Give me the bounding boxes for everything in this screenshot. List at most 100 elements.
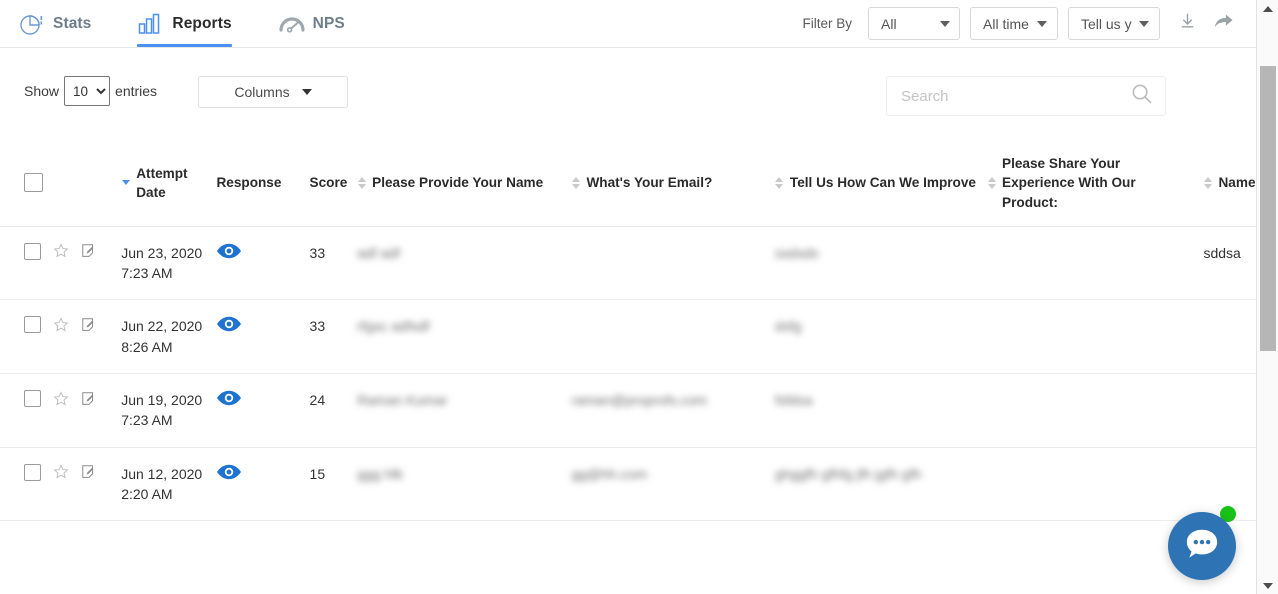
header-improve-label: Tell Us How Can We Improve [789,175,976,191]
select-all-header [0,140,122,227]
vertical-scrollbar[interactable] [1256,0,1278,594]
tab-stats-label: Stats [53,14,92,32]
star-outline-icon[interactable] [53,243,69,259]
edit-note-icon[interactable] [81,464,97,480]
header-email-label: What's Your Email? [586,175,713,191]
cell-improve: ssdsds [774,226,988,301]
cell-score: 24 [309,373,358,448]
header-experience-label: Please Share Your Experience With Our Pr… [1002,156,1136,210]
sort-indicator-icon[interactable] [987,176,996,189]
row-tools-cell [0,373,122,448]
scroll-up-arrow[interactable] [1257,0,1278,17]
reports-page: Stats Reports NPS Filter By All All time… [0,0,1278,594]
cell-name: rfgsc adfsdf [357,299,572,375]
select-all-checkbox[interactable] [24,173,43,193]
header-name-label: Please Provide Your Name [372,175,544,191]
cell-email [571,226,775,301]
edit-note-icon[interactable] [81,317,97,333]
sort-indicator-icon[interactable] [357,176,366,189]
tab-stats[interactable]: Stats [18,0,113,47]
entries-per-page-select[interactable]: 10 25 50 100 [64,76,111,106]
cell-score: 33 [309,226,358,301]
cell-name: Raman Kumar [357,373,572,448]
edit-note-icon[interactable] [81,391,97,407]
redacted-value: ssdsds [774,244,819,261]
show-entries-suffix: entries [115,83,158,99]
filter-time-select[interactable]: All time [970,7,1058,40]
sort-indicator-icon[interactable] [1203,176,1212,189]
table-row[interactable]: Jun 23, 2020 7:23 AM 33 adf adf ssdsds s… [0,226,1256,301]
table-header-row: Attempt Date Response Score Please Provi… [0,140,1256,227]
header-best[interactable]: Name The Bes You Find On O [1203,140,1256,227]
header-improve[interactable]: Tell Us How Can We Improve [774,140,988,227]
search-box[interactable] [886,76,1166,116]
pie-chart-icon [18,11,44,37]
edit-note-icon[interactable] [81,243,97,259]
eye-icon[interactable] [216,316,299,337]
header-name[interactable]: Please Provide Your Name [357,140,572,227]
scroll-down-arrow[interactable] [1257,577,1278,594]
search-icon[interactable] [1130,82,1153,110]
row-select-checkbox[interactable] [24,242,41,260]
redacted-value: dsfg [774,318,802,335]
cell-improve: ghggfh gfhfg jfh jgfh gfh [774,447,988,522]
header-email[interactable]: What's Your Email? [571,140,775,227]
cell-email: gg@hh.com [571,447,775,522]
eye-icon[interactable] [216,243,299,264]
show-entries-control: Show 10 25 50 100 entries [24,76,157,106]
row-tools-cell [0,226,122,301]
cell-attempt-date: Jun 12, 2020 2:20 AM [121,447,217,522]
cell-improve: fsfdsa [774,373,988,448]
chevron-down-icon [1037,20,1047,27]
filter-type-value: All [881,15,897,32]
redacted-value: ghggfh gfhfg jfh jgfh gfh [774,465,922,482]
cell-experience [987,299,1204,375]
header-score-label: Score [309,175,348,191]
top-navigation-bar: Stats Reports NPS Filter By All All time… [0,0,1256,48]
cell-response [216,447,310,522]
tab-nps[interactable]: NPS [278,0,367,47]
table-row[interactable]: Jun 19, 2020 7:23 AM 24 Raman Kumar rama… [0,373,1256,448]
row-tools-cell [0,447,122,522]
cell-best [1203,299,1256,375]
share-button[interactable] [1212,13,1234,35]
table-row[interactable]: Jun 22, 2020 8:26 AM 33 rfgsc adfsdf dsf… [0,299,1256,375]
redacted-value: fsfdsa [774,392,813,409]
cell-response [216,299,310,375]
sort-indicator-desc-icon[interactable] [121,180,130,186]
search-input[interactable] [899,86,1130,106]
tab-reports[interactable]: Reports [137,0,253,47]
row-tools-cell [0,299,122,375]
tab-reports-label: Reports [172,14,232,32]
header-attempt-date[interactable]: Attempt Date [121,140,217,227]
cell-name: adf adf [357,226,572,301]
redacted-value: raman@proprofs.com [571,392,708,409]
filter-survey-value: Tell us y… [1081,15,1133,32]
star-outline-icon[interactable] [53,317,69,333]
download-button[interactable] [1176,13,1198,35]
row-select-checkbox[interactable] [24,316,41,334]
header-experience[interactable]: Please Share Your Experience With Our Pr… [987,140,1204,227]
sort-indicator-icon[interactable] [775,176,784,189]
cell-best: sddsa [1203,226,1256,301]
chevron-down-icon [1139,20,1149,27]
sort-indicator-icon[interactable] [571,176,580,189]
eye-icon[interactable] [216,464,299,485]
table-row[interactable]: Jun 12, 2020 2:20 AM 15 ggg hfk gg@hh.co… [0,447,1256,522]
row-select-checkbox[interactable] [24,463,41,481]
row-select-checkbox[interactable] [24,390,41,408]
cell-attempt-date: Jun 22, 2020 8:26 AM [121,299,217,375]
filter-bar: Filter By All All time Tell us y… [802,0,1160,47]
gauge-icon [278,11,305,37]
scrollbar-thumb[interactable] [1260,66,1276,351]
cell-score: 33 [309,299,358,375]
eye-icon[interactable] [216,390,299,411]
chat-launcher-button[interactable] [1168,512,1236,580]
columns-button[interactable]: Columns [198,76,348,108]
star-outline-icon[interactable] [53,464,69,480]
filter-survey-select[interactable]: Tell us y… [1068,7,1160,40]
star-outline-icon[interactable] [53,390,69,407]
table-body: Jun 23, 2020 7:23 AM 33 adf adf ssdsds s… [0,226,1256,522]
filter-type-select[interactable]: All [868,7,960,40]
redacted-value: gg@hh.com [571,465,648,482]
